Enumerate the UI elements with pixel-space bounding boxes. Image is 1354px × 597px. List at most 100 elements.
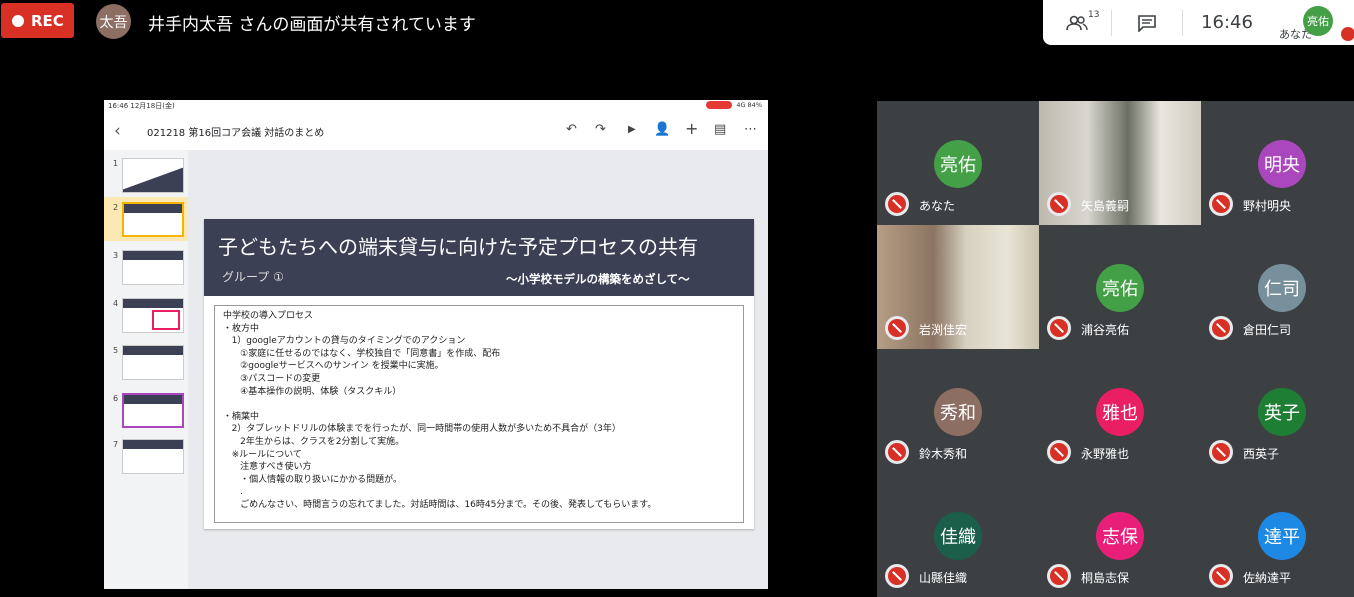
participant-tile[interactable]: 亮佑浦谷亮佑 [1039,225,1201,349]
slide-group-label: グループ ① [222,270,284,284]
document-title: 021218 第16回コア会議 対話のまとめ [147,128,325,139]
add-person-icon[interactable]: 👤 [654,122,670,137]
record-dot-icon [12,14,24,27]
participant-tile[interactable]: 亮佑あなた [877,101,1039,225]
participant-name: 矢島義嗣 [1081,199,1130,213]
rec-label: REC [31,11,64,30]
slide-thumbnails: 1 2 3 4 5 6 7 [104,150,188,589]
participant-avatar: 佳織 [934,512,982,560]
mic-off-icon [1209,564,1233,588]
participant-grid: 亮佑 あなた 矢島義嗣 明央 野村明央 岩渕佳宏 亮佑 浦谷亮佑 仁司 倉田仁司 秀和 鈴木秀和 雅也永… [877,101,1354,597]
participant-tile[interactable]: 矢島義嗣 [1039,101,1201,225]
slide-text-line: 2年生からは、クラスを2分割して実施。 [223,436,405,447]
participant-avatar: 英子 [1258,388,1306,436]
participant-tile[interactable]: 佳織山縣佳織 [877,473,1039,597]
redo-icon[interactable]: ↷ [595,122,606,137]
mic-off-icon [1047,564,1071,588]
mic-off-icon [1047,316,1071,340]
slides-toolbar: ‹ 021218 第16回コア会議 対話のまとめ ↶ ↷ ▶ 👤 + ▤ ⋯ [104,112,768,150]
participant-avatar: 仁司 [1258,264,1306,312]
slide-text-line: ※ルールについて [223,449,302,460]
participant-tile[interactable]: 達平佐納達平 [1201,473,1354,597]
self-label: あなた [1279,28,1312,41]
slide-thumbnail-selected[interactable]: 2 [104,197,188,241]
slide-title: 子どもたちへの端末貸与に向けた予定プロセスの共有 [218,235,698,259]
participant-name: 山縣佳織 [919,571,968,585]
participant-tile[interactable]: 岩渕佳宏 [877,225,1039,349]
more-icon[interactable]: ⋯ [744,122,757,137]
mic-off-icon [885,564,909,588]
undo-icon[interactable]: ↶ [566,122,577,137]
slide-text-line: ・個人情報の取り扱いにかかる問題が。 [223,474,402,485]
slide-header: 子どもたちへの端末貸与に向けた予定プロセスの共有 グループ ① ～小学校モデルの… [204,219,754,296]
mic-off-icon [1209,440,1233,464]
clock: 16:46 [1183,0,1271,45]
screen-share-message: 井手内太吾 さんの画面が共有されています [148,15,476,35]
mic-off-icon [885,440,909,464]
comment-icon[interactable]: ▤ [714,122,726,137]
people-icon [1066,15,1088,30]
slide-canvas: 子どもたちへの端末貸与に向けた予定プロセスの共有 グループ ① ～小学校モデルの… [204,219,754,529]
participant-avatar: 秀和 [934,388,982,436]
participant-avatar: 志保 [1096,512,1144,560]
participant-tile[interactable]: 明央 野村明央 [1201,101,1354,225]
slide-text-line: ④基本操作の説明、体験（タスクキル） [223,386,402,397]
people-button[interactable]: 13 [1043,0,1111,45]
participant-name: 鈴木秀和 [919,447,968,461]
recording-badge: REC [1,3,74,38]
slide-text-line: 1）googleアカウントの貸与のタイミングでのアクション [223,336,466,347]
slide-text-line: ①家庭に任せるのではなく、学校独自で「同意書」を作成、配布 [223,348,501,359]
participant-name: 桐島志保 [1081,571,1130,585]
participant-name: 岩渕佳宏 [919,323,968,337]
slide-subtitle: ～小学校モデルの構築をめざして～ [506,272,690,286]
slide-thumbnail[interactable]: 6 [104,388,188,432]
slide-text-line: ・楠葉中 [223,411,260,422]
slide-text-line: ③パスコードの変更 [223,373,321,384]
slide-thumbnail[interactable]: 1 [104,153,188,197]
self-preview[interactable]: 亮佑 あなた [1275,0,1354,45]
mic-off-icon [1209,316,1233,340]
participant-avatar: 達平 [1258,512,1306,560]
slide-thumbnail[interactable]: 4 [104,293,188,337]
participant-name: 西英子 [1243,447,1280,461]
meeting-controls-panel: 13 16:46 [1043,0,1275,45]
status-indicators: 4G 84% [706,101,762,109]
chat-button[interactable] [1112,0,1182,45]
mic-off-icon [1341,27,1354,41]
shared-screen: 16:46 12月18日(金) 4G 84% ‹ 021218 第16回コア会議… [104,100,768,589]
participant-name: あなた [919,199,956,213]
status-time: 16:46 12月18日(金) [108,102,175,110]
participant-tile[interactable]: 仁司倉田仁司 [1201,225,1354,349]
participant-name: 浦谷亮佑 [1081,323,1130,337]
slide-text-line: 2）タブレットドリルの体験までを行ったが、同一時間帯の使用人数が多いため不具合が… [223,424,621,435]
participant-tile[interactable]: 雅也 永野雅也 [1039,349,1201,473]
slide-text-line: . [223,487,244,498]
slide-text-line: 注意すべき使い方 [223,462,312,473]
play-icon[interactable]: ▶ [628,124,636,135]
participant-avatar: 亮佑 [1096,264,1144,312]
slide-thumbnail[interactable]: 7 [104,434,188,478]
slide-text-box[interactable]: 中学校の導入プロセス ・枚方中 1）googleアカウントの貸与のタイミングでのア… [214,305,744,523]
tablet-status-bar: 16:46 12月18日(金) 4G 84% [104,100,768,112]
back-arrow-icon[interactable]: ‹ [114,121,121,141]
presenter-avatar: 太吾 [96,4,131,39]
slide-text-line: ②googleサービスへのサンイン を授業中に実施。 [223,361,444,372]
mic-off-icon [1047,440,1071,464]
slide-text-line: ごめんなさい、時間言うの忘れてました。対話時間は、16時45分まで。その後、発表… [223,499,657,510]
mic-off-icon [1047,192,1071,216]
participant-avatar: 亮佑 [934,140,982,188]
participant-tile[interactable]: 秀和鈴木秀和 [877,349,1039,473]
participant-name: 野村明央 [1243,199,1292,213]
slide-thumbnail[interactable]: 5 [104,340,188,384]
slide-text-line [223,398,735,411]
participant-name: 倉田仁司 [1243,323,1292,337]
participant-name: 佐納達平 [1243,571,1292,585]
participant-tile[interactable]: 志保桐島志保 [1039,473,1201,597]
participant-tile[interactable]: 英子西英子 [1201,349,1354,473]
slide-thumbnail[interactable]: 3 [104,245,188,289]
mic-off-icon [885,192,909,216]
slide-text-line: 中学校の導入プロセス [223,311,314,321]
add-icon[interactable]: + [685,119,698,138]
mic-off-icon [885,316,909,340]
clock-time: 16:46 [1201,12,1253,33]
